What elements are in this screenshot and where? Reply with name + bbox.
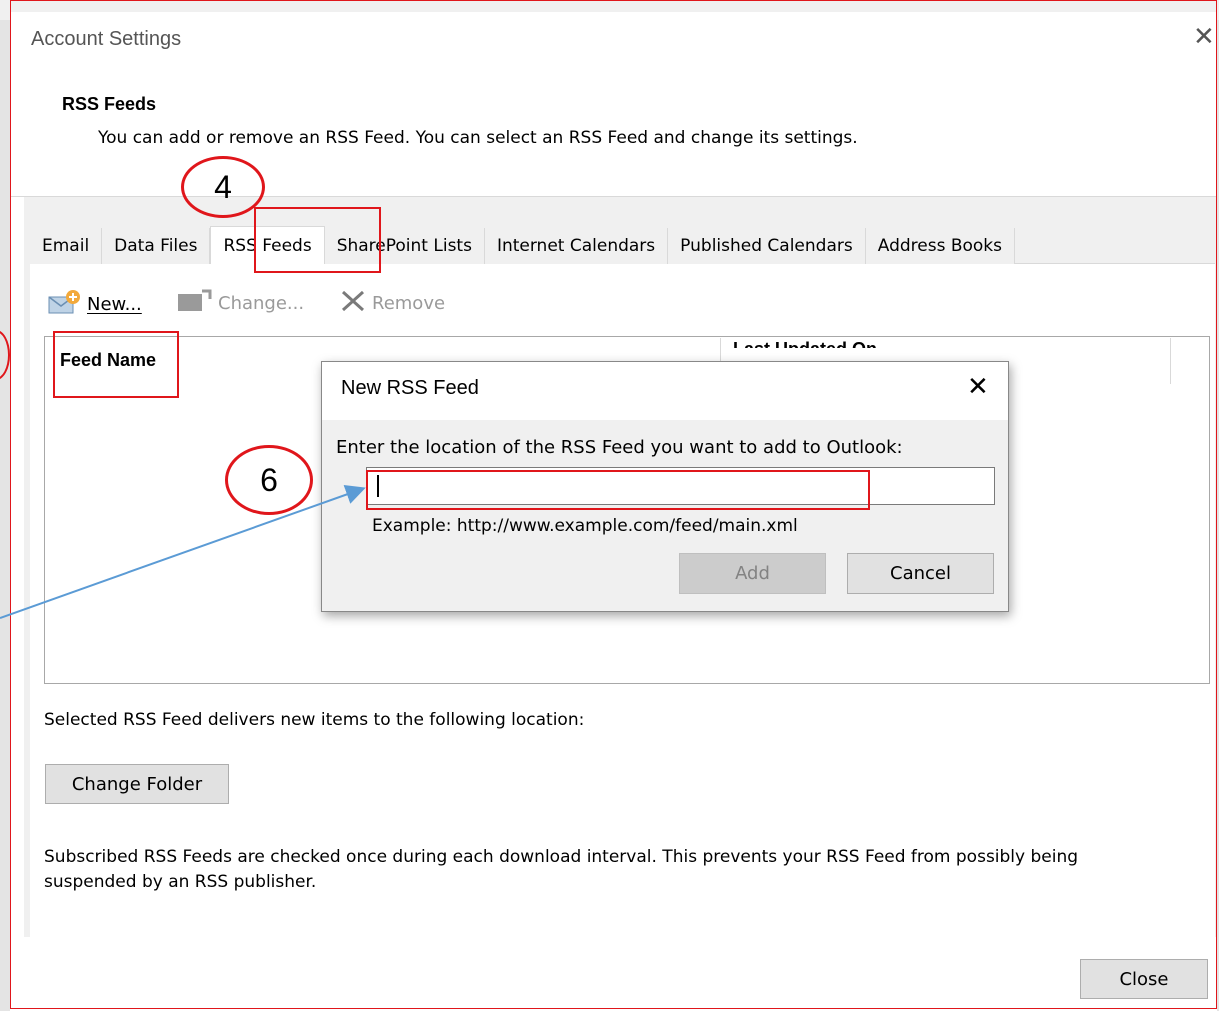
annotation-step-6: 6	[225, 445, 313, 515]
annotation-step-4: 4	[181, 156, 265, 218]
annotation-outer-frame	[10, 0, 1217, 1009]
background-window-edge	[0, 0, 10, 1011]
